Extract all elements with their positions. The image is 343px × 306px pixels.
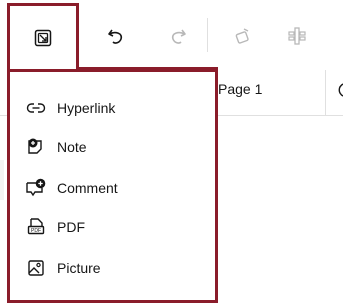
menu-item-label: Comment xyxy=(57,180,118,196)
menu-item-note[interactable]: Note xyxy=(25,132,205,162)
insert-button[interactable] xyxy=(7,3,79,69)
menu-item-label: Note xyxy=(57,139,87,155)
menu-item-label: Picture xyxy=(57,260,101,276)
menu-item-comment[interactable]: Comment xyxy=(25,173,205,203)
menu-item-label: Hyperlink xyxy=(57,100,116,116)
pdf-icon: PDF xyxy=(25,216,47,238)
undo-button[interactable] xyxy=(103,22,131,50)
menu-item-picture[interactable]: Picture xyxy=(25,253,205,283)
format-painter-button[interactable] xyxy=(229,22,257,50)
redo-button[interactable] xyxy=(163,22,191,50)
insert-object-icon xyxy=(34,29,52,46)
comment-icon xyxy=(25,177,47,199)
menu-item-hyperlink[interactable]: Hyperlink xyxy=(25,93,205,123)
paint-icon xyxy=(235,28,249,44)
link-icon xyxy=(25,97,47,119)
note-icon xyxy=(25,136,47,158)
undo-icon xyxy=(108,29,123,44)
insert-menu: Hyperlink Note Comment PDF PDF Picture xyxy=(7,69,218,303)
tab-page-1[interactable]: Page 1 xyxy=(218,81,262,97)
tab-overflow-icon[interactable] xyxy=(336,82,343,98)
picture-icon xyxy=(25,257,47,279)
redo-icon xyxy=(171,29,186,44)
menu-item-label: PDF xyxy=(57,219,85,235)
column-icon xyxy=(288,27,306,45)
row-gutter xyxy=(0,160,4,200)
tab-separator xyxy=(325,70,326,115)
toolbar-separator xyxy=(207,18,208,52)
menu-item-pdf[interactable]: PDF PDF xyxy=(25,212,205,242)
menu-highlight-edge xyxy=(79,67,218,70)
column-button[interactable] xyxy=(283,22,311,50)
svg-text:PDF: PDF xyxy=(31,228,41,234)
